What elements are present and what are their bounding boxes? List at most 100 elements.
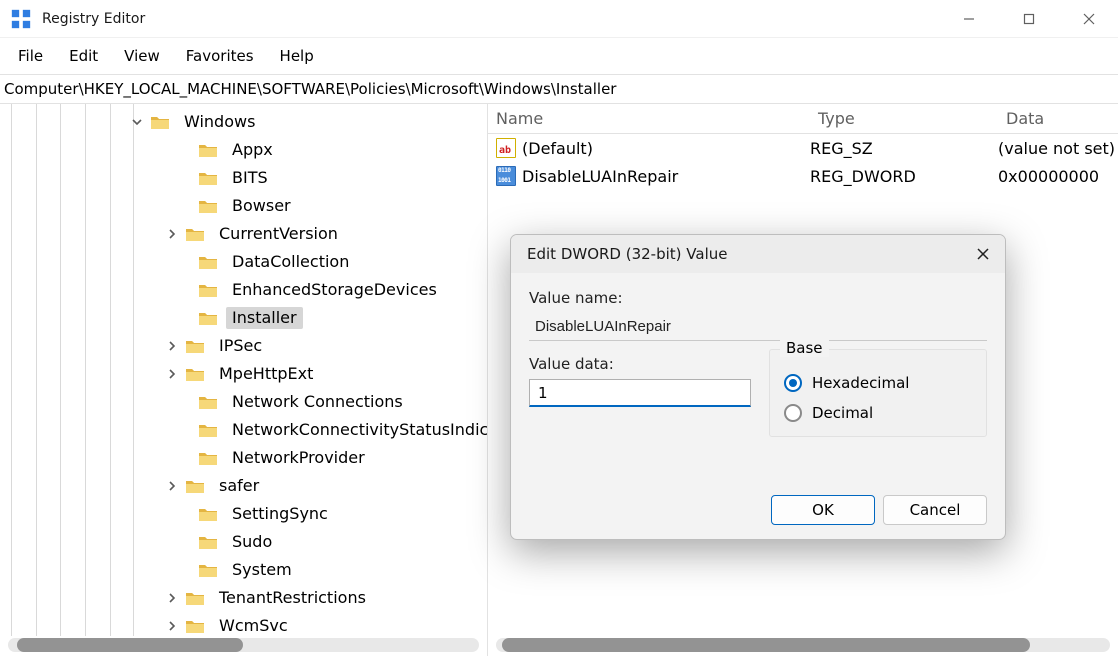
menu-favorites[interactable]: Favorites	[176, 41, 264, 71]
tree-item-label: MpeHttpExt	[213, 363, 319, 385]
folder-icon	[185, 478, 205, 494]
value-data-cell: (value not set)	[998, 139, 1118, 158]
tree-item[interactable]: NetworkConnectivityStatusIndicator	[0, 416, 487, 444]
radio-label: Hexadecimal	[812, 374, 909, 392]
tree-item-label: Installer	[226, 307, 303, 329]
tree-item-label: Bowser	[226, 195, 297, 217]
tree-item[interactable]: SettingSync	[0, 500, 487, 528]
dialog-close-button[interactable]	[971, 242, 995, 266]
tree-item-label: System	[226, 559, 298, 581]
values-horizontal-scrollbar[interactable]	[496, 638, 1110, 652]
tree-item-label: DataCollection	[226, 251, 355, 273]
tree-item[interactable]: TenantRestrictions	[0, 584, 487, 612]
reg-sz-icon	[496, 138, 516, 158]
tree-item-label: TenantRestrictions	[213, 587, 372, 609]
registry-tree[interactable]: Windows Appx BITS Bowser CurrentVersion DataC…	[0, 104, 487, 656]
tree-item[interactable]: BITS	[0, 164, 487, 192]
regedit-icon	[10, 8, 32, 30]
dialog-title-bar[interactable]: Edit DWORD (32-bit) Value	[511, 235, 1005, 273]
tree-item-label: safer	[213, 475, 265, 497]
tree-item[interactable]: Sudo	[0, 528, 487, 556]
folder-icon	[150, 114, 170, 130]
menu-edit[interactable]: Edit	[59, 41, 108, 71]
base-label: Base	[780, 339, 829, 357]
column-header-data[interactable]: Data	[998, 109, 1118, 128]
folder-icon	[185, 226, 205, 242]
tree-item[interactable]: MpeHttpExt	[0, 360, 487, 388]
folder-icon	[198, 142, 218, 158]
folder-icon	[185, 590, 205, 606]
menu-bar: FileEditViewFavoritesHelp	[0, 38, 1118, 74]
reg-dword-icon	[496, 166, 516, 186]
tree-item-label: NetworkConnectivityStatusIndicator	[226, 419, 487, 441]
dialog-title-text: Edit DWORD (32-bit) Value	[527, 245, 727, 263]
tree-horizontal-scrollbar[interactable]	[8, 638, 479, 652]
tree-item-label: EnhancedStorageDevices	[226, 279, 443, 301]
tree-item-label: Network Connections	[226, 391, 409, 413]
tree-item[interactable]: safer	[0, 472, 487, 500]
folder-icon	[185, 618, 205, 634]
value-type-cell: REG_DWORD	[810, 167, 998, 186]
base-radio-decimal[interactable]: Decimal	[784, 404, 972, 422]
folder-icon	[185, 338, 205, 354]
tree-pane: Windows Appx BITS Bowser CurrentVersion DataC…	[0, 104, 488, 656]
tree-item[interactable]: Bowser	[0, 192, 487, 220]
list-row[interactable]: (Default)REG_SZ(value not set)	[488, 134, 1118, 162]
tree-item-label: Sudo	[226, 531, 278, 553]
tree-item-label: CurrentVersion	[213, 223, 344, 245]
values-list-header: Name Type Data	[488, 104, 1118, 134]
folder-icon	[198, 170, 218, 186]
window-minimize-button[interactable]	[944, 0, 994, 38]
folder-icon	[198, 450, 218, 466]
tree-item[interactable]: IPSec	[0, 332, 487, 360]
tree-item[interactable]: Windows	[0, 108, 487, 136]
tree-item[interactable]: DataCollection	[0, 248, 487, 276]
value-name-label: Value name:	[529, 289, 987, 307]
value-name-cell: DisableLUAInRepair	[522, 167, 810, 186]
tree-item[interactable]: Appx	[0, 136, 487, 164]
value-data-label: Value data:	[529, 355, 751, 373]
menu-help[interactable]: Help	[270, 41, 324, 71]
list-row[interactable]: DisableLUAInRepairREG_DWORD0x00000000	[488, 162, 1118, 190]
tree-item[interactable]: Network Connections	[0, 388, 487, 416]
folder-icon	[198, 422, 218, 438]
folder-icon	[198, 198, 218, 214]
ok-button[interactable]: OK	[771, 495, 875, 525]
folder-icon	[198, 562, 218, 578]
column-header-type[interactable]: Type	[810, 109, 998, 128]
window-maximize-button[interactable]	[1004, 0, 1054, 38]
menu-file[interactable]: File	[8, 41, 53, 71]
tree-item[interactable]: Installer	[0, 304, 487, 332]
tree-item-label: WcmSvc	[213, 615, 294, 637]
value-type-cell: REG_SZ	[810, 139, 998, 158]
radio-label: Decimal	[812, 404, 873, 422]
tree-item[interactable]: EnhancedStorageDevices	[0, 276, 487, 304]
title-bar: Registry Editor	[0, 0, 1118, 38]
value-data-field[interactable]	[529, 379, 751, 407]
menu-view[interactable]: View	[114, 41, 170, 71]
address-bar[interactable]: Computer\HKEY_LOCAL_MACHINE\SOFTWARE\Pol…	[0, 74, 1118, 104]
tree-item[interactable]: CurrentVersion	[0, 220, 487, 248]
tree-item-label: NetworkProvider	[226, 447, 371, 469]
tree-item-label: IPSec	[213, 335, 268, 357]
tree-item-label: SettingSync	[226, 503, 334, 525]
window-title: Registry Editor	[42, 11, 145, 27]
value-name-cell: (Default)	[522, 139, 810, 158]
value-data-cell: 0x00000000	[998, 167, 1118, 186]
tree-item[interactable]: WcmSvc	[0, 612, 487, 640]
folder-icon	[198, 310, 218, 326]
folder-icon	[198, 254, 218, 270]
base-radio-hexadecimal[interactable]: Hexadecimal	[784, 374, 972, 392]
tree-item[interactable]: NetworkProvider	[0, 444, 487, 472]
folder-icon	[198, 394, 218, 410]
tree-item-label: Appx	[226, 139, 279, 161]
folder-icon	[185, 366, 205, 382]
value-name-field[interactable]	[529, 313, 987, 341]
column-header-name[interactable]: Name	[488, 109, 810, 128]
cancel-button[interactable]: Cancel	[883, 495, 987, 525]
folder-icon	[198, 534, 218, 550]
folder-icon	[198, 282, 218, 298]
tree-item[interactable]: System	[0, 556, 487, 584]
tree-item-label: Windows	[178, 111, 261, 133]
window-close-button[interactable]	[1064, 0, 1114, 38]
